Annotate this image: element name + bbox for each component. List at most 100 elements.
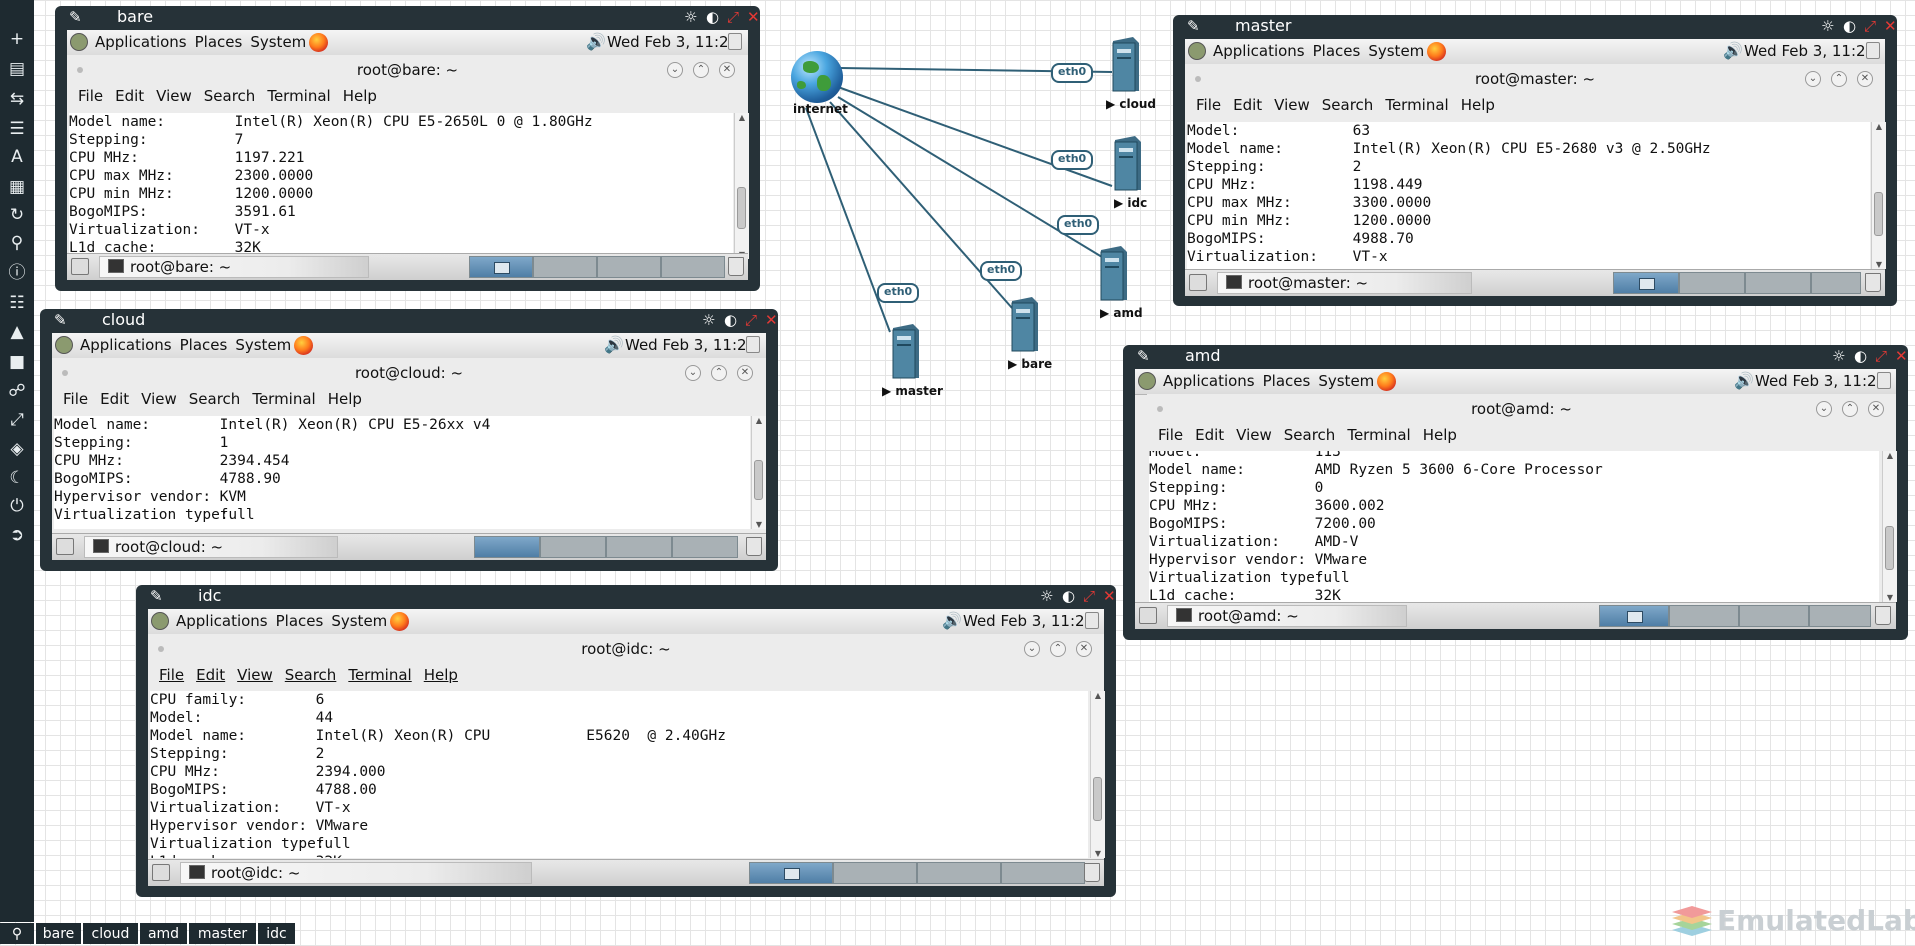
brightness-icon[interactable]: ☼ xyxy=(1040,586,1053,606)
menu-applications[interactable]: Applications xyxy=(80,336,172,354)
menu-search[interactable]: Search xyxy=(189,390,241,408)
panel-clock[interactable]: Wed Feb 3, 11:23 xyxy=(625,336,756,354)
workspace-4[interactable] xyxy=(672,536,738,558)
workspace-1[interactable] xyxy=(1599,605,1669,627)
menu-terminal[interactable]: Terminal xyxy=(252,390,315,408)
volume-icon[interactable]: 🔊 xyxy=(1723,41,1743,60)
terminal-output[interactable]: Model: 113 Model name: AMD Ryzen 5 3600 6-C… xyxy=(1149,451,1879,602)
panel-clock[interactable]: Wed Feb 3, 11:23 xyxy=(1755,372,1886,390)
master-server-icon[interactable] xyxy=(889,324,921,380)
panel-button[interactable] xyxy=(746,336,760,353)
menu-edit[interactable]: Edit xyxy=(196,666,225,684)
gnome-foot-icon[interactable] xyxy=(55,336,73,354)
idc-server-icon[interactable] xyxy=(1111,136,1143,192)
terminal-output[interactable]: Model name: Intel(R) Xeon(R) CPU E5-26xx … xyxy=(54,416,750,529)
menu-help[interactable]: Help xyxy=(1423,426,1457,444)
workspace-1[interactable] xyxy=(474,536,540,558)
vertical-scrollbar[interactable]: ▲▼ xyxy=(1090,691,1105,858)
trash-icon[interactable] xyxy=(1865,273,1881,292)
maximize-button[interactable]: ⌃ xyxy=(711,365,727,381)
menu-file[interactable]: File xyxy=(1196,96,1221,114)
menu-edit[interactable]: Edit xyxy=(1195,426,1224,444)
edit-icon[interactable]: ✎ xyxy=(1187,17,1207,35)
minimize-button[interactable]: ⌄ xyxy=(667,62,683,78)
panel-button[interactable] xyxy=(1877,372,1891,389)
volume-icon[interactable]: 🔊 xyxy=(586,32,606,51)
menu-edit[interactable]: Edit xyxy=(115,87,144,105)
workspace-1[interactable] xyxy=(1613,272,1679,294)
resize-icon[interactable]: ⤢ xyxy=(727,7,739,27)
volume-icon[interactable]: 🔊 xyxy=(604,335,624,354)
vertical-scrollbar[interactable]: ▲▼ xyxy=(751,416,766,529)
menu-search[interactable]: Search xyxy=(1322,96,1374,114)
edit-icon[interactable]: ✎ xyxy=(150,587,170,605)
panel-button[interactable] xyxy=(1085,612,1099,629)
menu-view[interactable]: View xyxy=(156,87,192,105)
workspace-2[interactable] xyxy=(540,536,606,558)
menu-help[interactable]: Help xyxy=(328,390,362,408)
workspace-3[interactable] xyxy=(606,536,672,558)
brightness-icon[interactable]: ☼ xyxy=(702,310,715,330)
hide-icon[interactable]: ◐ xyxy=(724,310,737,330)
vm-window-cloud[interactable]: ✎ cloud ☼ ◐ ⤢ ✕ Applications Places System… xyxy=(40,309,778,571)
taskbar-terminal-task[interactable]: root@bare: ~ xyxy=(99,256,369,278)
taskbar-terminal-task[interactable]: root@idc: ~ xyxy=(180,862,532,884)
workspace-3[interactable] xyxy=(1745,272,1811,294)
menu-applications[interactable]: Applications xyxy=(1163,372,1255,390)
menu-places[interactable]: Places xyxy=(195,33,243,51)
terminal-output[interactable]: Model: 63 Model name: Intel(R) Xeon(R) CPU … xyxy=(1187,122,1870,269)
menu-help[interactable]: Help xyxy=(343,87,377,105)
close-icon[interactable]: ✕ xyxy=(1884,16,1897,36)
edit-icon[interactable]: ✎ xyxy=(54,311,74,329)
close-icon[interactable]: ✕ xyxy=(747,7,760,27)
hide-icon[interactable]: ◐ xyxy=(706,7,719,27)
menu-terminal[interactable]: Terminal xyxy=(1347,426,1410,444)
brightness-icon[interactable]: ☼ xyxy=(1832,346,1845,366)
taskbar-terminal-task[interactable]: root@master: ~ xyxy=(1217,272,1472,294)
terminal-output[interactable]: CPU family: 6 Model: 44 Model name: Intel(R) … xyxy=(150,691,1088,858)
resize-icon[interactable]: ⤢ xyxy=(1875,346,1887,366)
panel-clock[interactable]: Wed Feb 3, 11:23 xyxy=(1744,42,1875,60)
edit-icon[interactable]: ✎ xyxy=(69,8,89,26)
vm-window-idc[interactable]: ✎ idc ☼ ◐ ⤢ ✕ Applications Places System 🔊… xyxy=(136,585,1116,897)
menu-applications[interactable]: Applications xyxy=(1213,42,1305,60)
volume-icon[interactable]: 🔊 xyxy=(942,611,962,630)
brightness-icon[interactable]: ☼ xyxy=(1821,16,1834,36)
workspace-2[interactable] xyxy=(833,862,917,884)
firefox-icon[interactable] xyxy=(1427,42,1446,61)
menu-places[interactable]: Places xyxy=(1263,372,1311,390)
panel-clock[interactable]: Wed Feb 3, 11:23 xyxy=(963,612,1094,630)
menu-places[interactable]: Places xyxy=(276,612,324,630)
vertical-scrollbar[interactable]: ▲▼ xyxy=(1871,122,1886,269)
trash-icon[interactable] xyxy=(1875,606,1891,625)
menu-search[interactable]: Search xyxy=(285,666,337,684)
menu-edit[interactable]: Edit xyxy=(100,390,129,408)
minimize-button[interactable]: ⌄ xyxy=(685,365,701,381)
menu-help[interactable]: Help xyxy=(424,666,458,684)
workspace-1[interactable] xyxy=(469,256,533,278)
hide-icon[interactable]: ◐ xyxy=(1843,16,1856,36)
close-icon[interactable]: ✕ xyxy=(1103,586,1116,606)
gnome-foot-icon[interactable] xyxy=(70,33,88,51)
menu-file[interactable]: File xyxy=(1158,426,1183,444)
menu-edit[interactable]: Edit xyxy=(1233,96,1262,114)
hide-icon[interactable]: ◐ xyxy=(1062,586,1075,606)
gnome-foot-icon[interactable] xyxy=(1188,42,1206,60)
vm-window-amd[interactable]: ✎ amd ☼ ◐ ⤢ ✕ Applications Places System 🔊… xyxy=(1123,345,1908,640)
firefox-icon[interactable] xyxy=(309,33,328,52)
workspace-2[interactable] xyxy=(1679,272,1745,294)
close-icon[interactable]: ✕ xyxy=(765,310,778,330)
minimize-button[interactable]: ⌄ xyxy=(1024,641,1040,657)
gnome-foot-icon[interactable] xyxy=(151,612,169,630)
menu-places[interactable]: Places xyxy=(1313,42,1361,60)
brightness-icon[interactable]: ☼ xyxy=(684,7,697,27)
resize-icon[interactable]: ⤢ xyxy=(745,310,757,330)
cloud-server-icon[interactable] xyxy=(1109,37,1141,93)
workspace-2[interactable] xyxy=(533,256,597,278)
close-button[interactable]: ✕ xyxy=(1868,401,1884,417)
workspace-4[interactable] xyxy=(1811,272,1861,294)
bare-server-icon[interactable] xyxy=(1008,297,1040,353)
show-desktop-icon[interactable] xyxy=(1139,607,1157,624)
resize-icon[interactable]: ⤢ xyxy=(1864,16,1876,36)
workspace-3[interactable] xyxy=(1739,605,1809,627)
